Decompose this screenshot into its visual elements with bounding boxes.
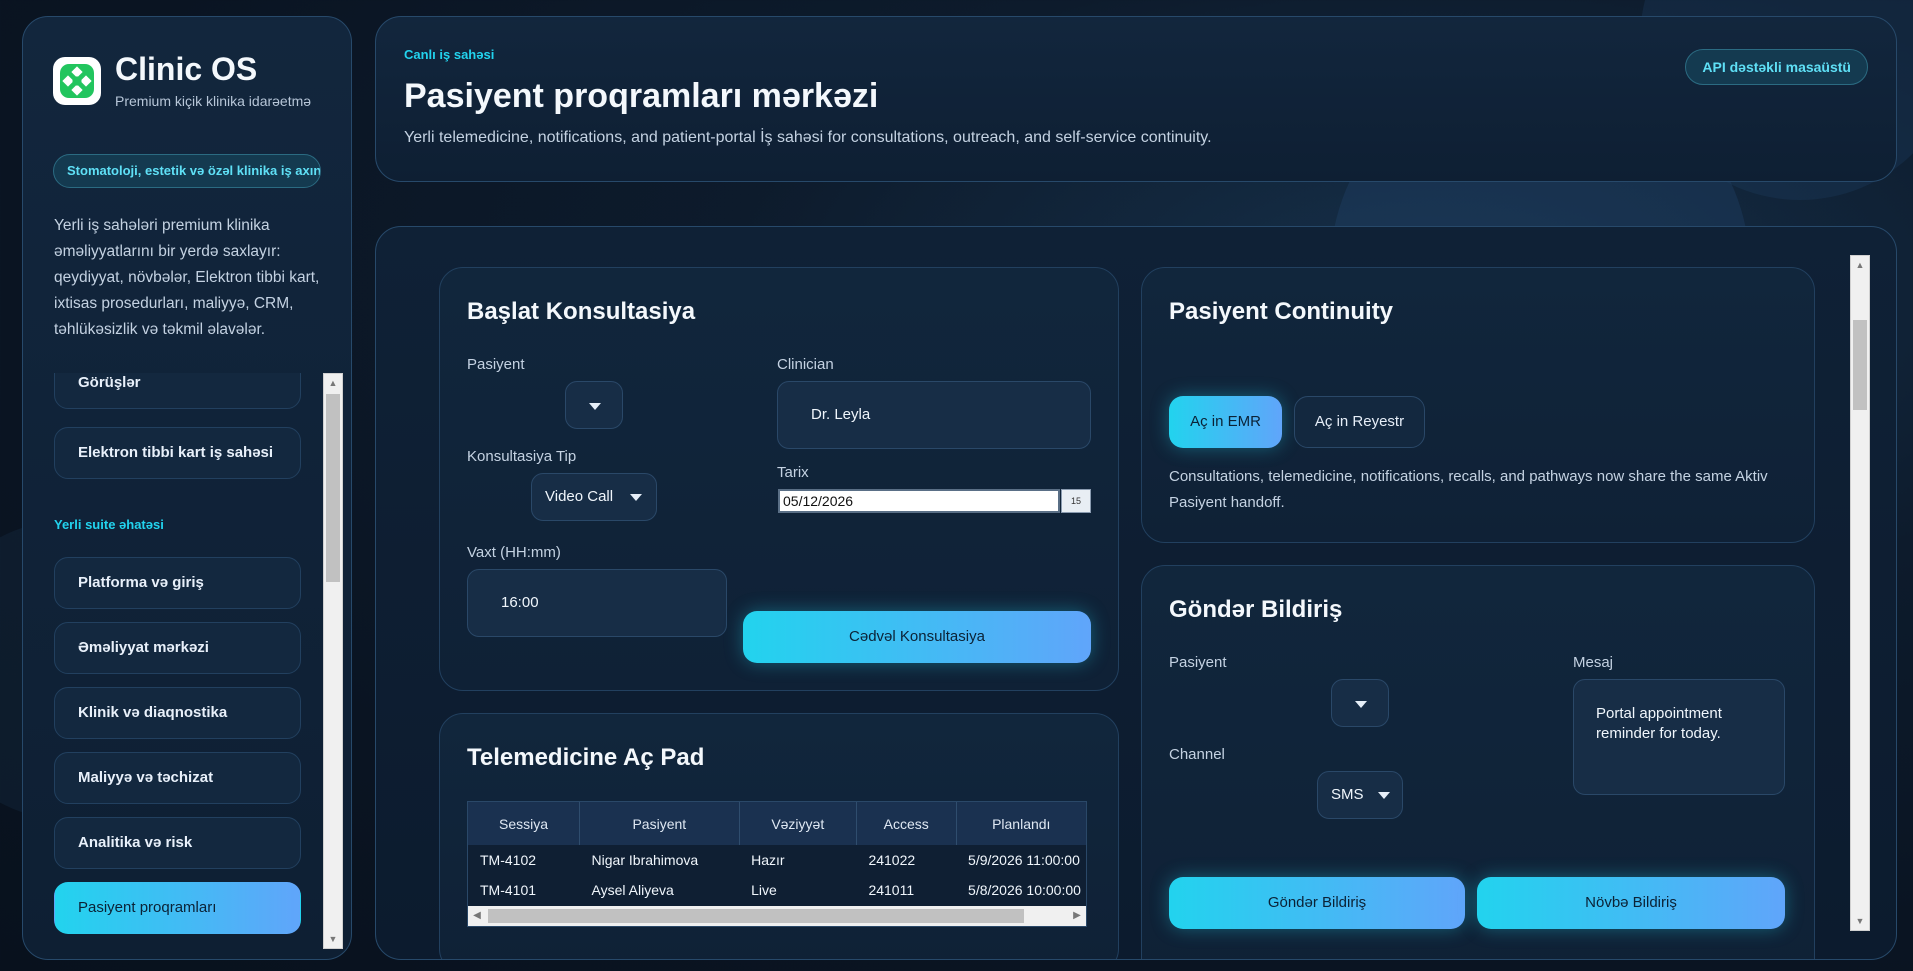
cell-patient: Nigar Ibrahimova <box>591 852 699 868</box>
date-input[interactable]: 05/12/2026 <box>778 489 1060 513</box>
page-header: Canlı iş sahəsi Pasiyent proqramları mər… <box>375 16 1897 182</box>
notification-patient-select[interactable] <box>1331 679 1389 727</box>
sidebar-item-platform[interactable]: Platforma və giriş <box>54 557 301 609</box>
clinician-input[interactable]: Dr. Leyla <box>777 381 1091 449</box>
page-description: Yerli telemedicine, notifications, and p… <box>404 129 1212 146</box>
continuity-note: Consultations, telemedicine, notificatio… <box>1169 468 1768 511</box>
brand: Clinic OS Premium kiçik klinika idarəetm… <box>53 53 320 109</box>
cell-access: 241011 <box>868 882 915 898</box>
consultation-type-label: Konsultasiya Tip <box>467 448 577 465</box>
time-input[interactable]: 16:00 <box>467 569 727 637</box>
schedule-consultation-button[interactable]: Cədvəl Konsultasiya <box>743 611 1091 663</box>
scroll-left-icon[interactable]: ◀ <box>468 906 486 926</box>
nav-section-label: Yerli suite əhatəsi <box>54 517 164 532</box>
queue-notification-button[interactable]: Növbə Bildiriş <box>1477 877 1785 929</box>
sidebar-scrollbar[interactable]: ▲ ▼ <box>323 373 343 949</box>
scrollbar-thumb[interactable] <box>488 909 1024 923</box>
main-scrollbar[interactable]: ▲ ▼ <box>1850 255 1870 931</box>
cell-scheduled: 5/8/2026 10:00:00 <box>968 882 1081 898</box>
channel-label: Channel <box>1169 746 1225 763</box>
consultation-type-value: Video Call <box>545 488 614 505</box>
page-title: Pasiyent proqramları mərkəzi <box>404 77 879 115</box>
table-horizontal-scrollbar[interactable]: ◀ ▶ <box>468 906 1086 926</box>
notification-patient-label: Pasiyent <box>1169 654 1227 671</box>
column-header-session[interactable]: Sessiya <box>468 802 581 845</box>
continuity-title: Pasiyent Continuity <box>1169 298 1394 325</box>
time-label: Vaxt (HH:mm) <box>467 544 561 561</box>
table-header-row: Sessiya Pasiyent Vəziyyət Access Planlan… <box>468 802 1086 845</box>
calendar-icon[interactable]: 15 <box>1061 489 1091 513</box>
notification-title: Göndər Bildiriş <box>1169 596 1343 623</box>
clinic-logo-icon <box>53 57 101 105</box>
cell-status: Hazır <box>751 852 785 868</box>
sidebar-nav: Görüşlər Elektron tibbi kart iş sahəsi Y… <box>23 373 323 949</box>
chevron-down-icon <box>630 494 642 501</box>
app-title: Clinic OS <box>115 51 258 87</box>
sidebar-item-finance[interactable]: Maliyyə və təchizat <box>54 752 301 804</box>
telemedicine-table: Sessiya Pasiyent Vəziyyət Access Planlan… <box>467 801 1087 927</box>
open-in-registry-button[interactable]: Aç in Reyestr <box>1294 396 1425 448</box>
scroll-up-icon[interactable]: ▲ <box>1851 256 1869 274</box>
chevron-down-icon <box>1378 792 1390 799</box>
api-badge: API dəstəkli masaüstü <box>1685 49 1868 85</box>
clinician-label: Clinician <box>777 356 834 373</box>
column-header-status[interactable]: Vəziyyət <box>739 802 857 845</box>
main-panel: Başlat Konsultasiya Pasiyent Clinician D… <box>375 226 1897 960</box>
chevron-down-icon <box>1355 701 1367 708</box>
patient-label: Pasiyent <box>467 356 525 373</box>
table-row[interactable]: TM-4101 Aysel Aliyeva Live 241011 5/8/20… <box>468 875 1086 905</box>
scroll-down-icon[interactable]: ▼ <box>1851 912 1869 930</box>
telemedicine-card: Telemedicine Aç Pad Sessiya Pasiyent Vəz… <box>439 713 1119 959</box>
sidebar-item-appointments[interactable]: Görüşlər <box>54 373 301 409</box>
sidebar-item-emr-workspace[interactable]: Elektron tibbi kart iş sahəsi <box>54 427 301 479</box>
calendar-day: 15 <box>1070 496 1081 506</box>
message-textarea[interactable]: Portal appointment reminder for today. <box>1573 679 1785 795</box>
app-subtitle: Premium kiçik klinika idarəetmə <box>115 93 312 109</box>
consultation-type-select[interactable]: Video Call <box>531 473 657 521</box>
sidebar-item-clinical[interactable]: Klinik və diaqnostika <box>54 687 301 739</box>
column-header-patient[interactable]: Pasiyent <box>579 802 740 845</box>
scrollbar-thumb[interactable] <box>326 394 340 582</box>
message-label: Mesaj <box>1573 654 1614 671</box>
channel-select[interactable]: SMS <box>1317 771 1403 819</box>
scrollbar-thumb[interactable] <box>1853 320 1867 410</box>
channel-value: SMS <box>1331 786 1364 803</box>
cell-session: TM-4101 <box>480 882 537 898</box>
sidebar-item-patient-programs[interactable]: Pasiyent proqramları <box>54 882 301 934</box>
scroll-down-icon[interactable]: ▼ <box>324 930 342 948</box>
sidebar: Clinic OS Premium kiçik klinika idarəetm… <box>22 16 352 960</box>
eyebrow-label: Canlı iş sahəsi <box>404 47 495 62</box>
column-header-scheduled[interactable]: Planlandı <box>956 802 1086 845</box>
chevron-down-icon <box>589 403 601 410</box>
table-row[interactable]: TM-4102 Nigar Ibrahimova Hazır 241022 5/… <box>468 845 1086 875</box>
send-notification-card: Göndər Bildiriş Pasiyent Channel SMS Mes… <box>1141 565 1815 959</box>
sidebar-description: Yerli iş sahələri premium klinika əməliy… <box>54 217 320 338</box>
patient-select[interactable] <box>565 381 623 429</box>
consultation-card: Başlat Konsultasiya Pasiyent Clinician D… <box>439 267 1119 691</box>
open-in-emr-button[interactable]: Aç in EMR <box>1169 396 1282 448</box>
date-label: Tarix <box>777 464 809 481</box>
cell-session: TM-4102 <box>480 852 537 868</box>
scroll-up-icon[interactable]: ▲ <box>324 374 342 392</box>
cell-status: Live <box>751 882 777 898</box>
clinic-type-tag: Stomatoloji, estetik və özəl klinika iş … <box>53 154 321 188</box>
cell-scheduled: 5/9/2026 11:00:00 <box>968 852 1080 868</box>
sidebar-item-analytics[interactable]: Analitika və risk <box>54 817 301 869</box>
patient-continuity-card: Pasiyent Continuity Aç in EMR Aç in Reye… <box>1141 267 1815 543</box>
send-notification-button[interactable]: Göndər Bildiriş <box>1169 877 1465 929</box>
telemedicine-title: Telemedicine Aç Pad <box>467 744 705 771</box>
scroll-right-icon[interactable]: ▶ <box>1068 906 1086 926</box>
column-header-access[interactable]: Access <box>856 802 957 845</box>
consultation-title: Başlat Konsultasiya <box>467 298 696 325</box>
sidebar-item-operations[interactable]: Əməliyyat mərkəzi <box>54 622 301 674</box>
cell-access: 241022 <box>868 852 916 868</box>
cell-patient: Aysel Aliyeva <box>591 882 674 898</box>
